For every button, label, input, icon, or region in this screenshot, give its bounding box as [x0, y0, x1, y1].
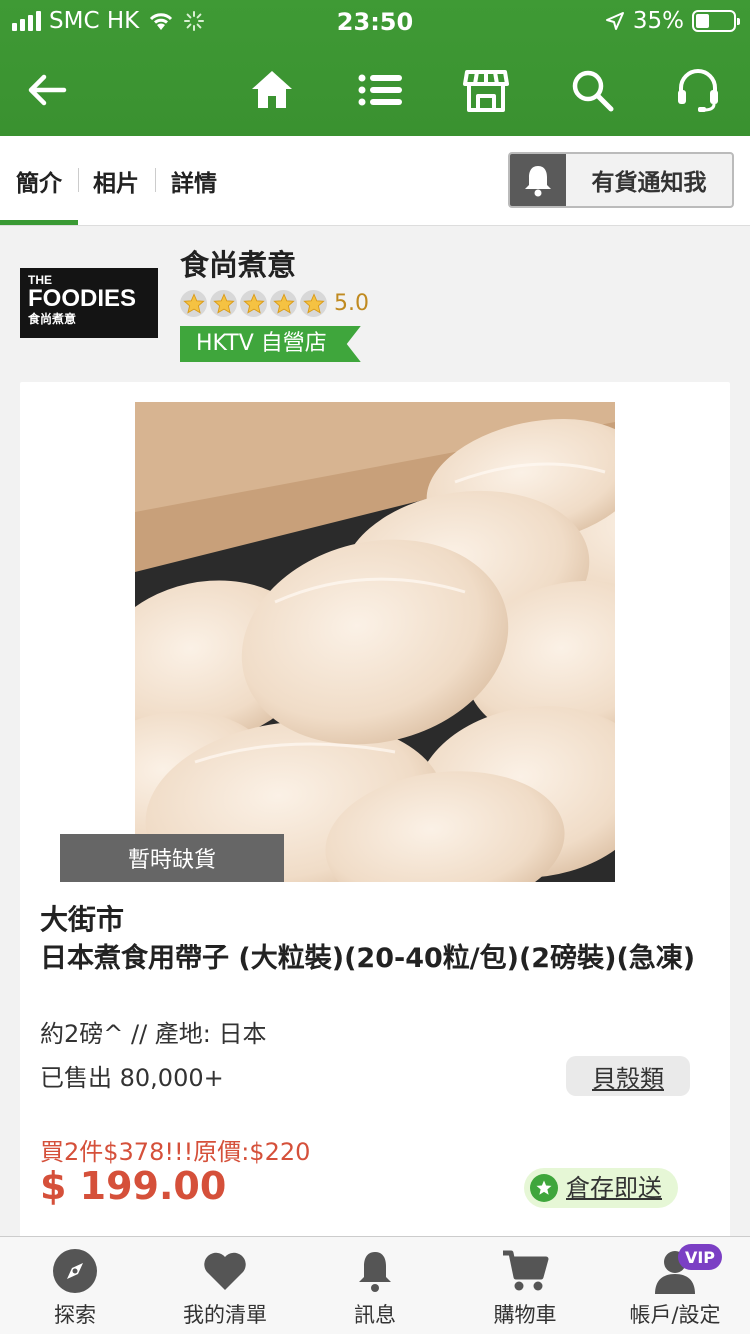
notify-me-button[interactable]: 有貨通知我: [508, 152, 734, 208]
star-icon: [270, 290, 297, 317]
sold-out-badge: 暫時缺貨: [60, 834, 284, 882]
store-logo[interactable]: THE FOODIES 食尚煮意: [20, 268, 158, 338]
location-arrow-icon: [605, 12, 624, 30]
search-icon[interactable]: [568, 66, 616, 114]
store-icon[interactable]: [462, 66, 510, 114]
tab-details[interactable]: 詳情: [171, 164, 217, 198]
tab-photos[interactable]: 相片: [93, 164, 139, 198]
star-icon: [300, 290, 327, 317]
cart-icon: [460, 1247, 590, 1295]
bottom-tab-wishlist[interactable]: 我的清單: [160, 1247, 290, 1329]
navbar: [0, 44, 750, 136]
bell-icon: [510, 154, 566, 206]
rating-value: 5.0: [334, 291, 369, 316]
bottom-tab-cart[interactable]: 購物車: [460, 1247, 590, 1329]
battery-percent: 35%: [632, 8, 684, 34]
tab-intro[interactable]: 簡介: [16, 164, 62, 198]
store-type-tag: HKTV 自營店: [180, 326, 361, 362]
sold-count: 已售出 80,000+: [40, 1064, 224, 1092]
heart-icon: [160, 1247, 290, 1295]
vip-badge: VIP: [678, 1244, 722, 1270]
product-image[interactable]: [135, 402, 615, 882]
product-card: 暫時缺貨 大街市 日本煮食用帶子 (大粒裝)(20-40粒/包)(2磅裝)(急凍…: [20, 382, 730, 1242]
product-price: $ 199.00: [40, 1164, 227, 1208]
bottom-tab-bar: 探索 我的清單 訊息 購物車 帳戶/設定: [0, 1236, 750, 1334]
product-title: 日本煮食用帶子 (大粒裝)(20-40粒/包)(2磅裝)(急凍): [40, 943, 696, 974]
headset-icon[interactable]: [674, 66, 722, 114]
active-tab-indicator: [0, 220, 78, 225]
notify-me-label: 有貨通知我: [591, 170, 707, 196]
section-tabbar: 簡介 相片 詳情 有貨通知我: [0, 136, 750, 226]
home-icon[interactable]: [248, 66, 296, 114]
promo-text: 買2件$378!!!原價:$220: [40, 1138, 311, 1166]
product-brand: 大街市: [40, 903, 125, 936]
app-header: SMC HK 23:50 35%: [0, 0, 750, 136]
bell-icon: [310, 1247, 440, 1295]
product-spec: 約2磅^ // 產地: 日本: [40, 1020, 267, 1048]
compass-icon: [10, 1247, 140, 1295]
bottom-tab-explore[interactable]: 探索: [10, 1247, 140, 1329]
delivery-label: 倉存即送: [566, 1174, 662, 1202]
store-rating: 5.0: [180, 290, 369, 317]
battery-icon: [692, 10, 740, 32]
tab-divider: [155, 168, 156, 192]
back-arrow-icon[interactable]: [24, 66, 72, 114]
status-bar: SMC HK 23:50 35%: [0, 0, 750, 44]
battery-level: [696, 14, 709, 28]
store-name[interactable]: 食尚煮意: [180, 242, 296, 284]
category-tag[interactable]: 貝殼類: [566, 1056, 690, 1096]
star-icon: [180, 290, 207, 317]
tab-divider: [78, 168, 79, 192]
list-icon[interactable]: [356, 66, 404, 114]
star-badge-icon: [530, 1174, 558, 1202]
delivery-tag[interactable]: 倉存即送: [524, 1168, 678, 1208]
star-icon: [240, 290, 267, 317]
star-icon: [210, 290, 237, 317]
bottom-tab-messages[interactable]: 訊息: [310, 1247, 440, 1329]
